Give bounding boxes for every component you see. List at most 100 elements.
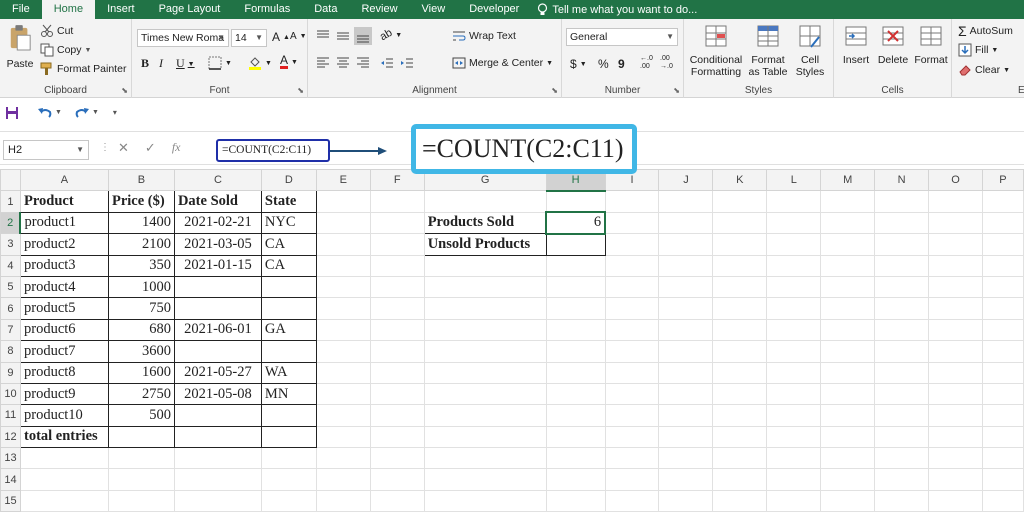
tab-home[interactable]: Home — [41, 0, 96, 19]
cell-k11[interactable] — [712, 404, 768, 427]
fill-color-button[interactable]: ▼ — [248, 56, 272, 70]
cell-p13[interactable] — [981, 447, 1024, 470]
cell-h14[interactable] — [545, 468, 606, 491]
underline-button[interactable]: U ▼ — [176, 56, 195, 71]
align-middle-icon[interactable] — [336, 29, 350, 43]
cell-n11[interactable] — [874, 404, 930, 427]
cell-n13[interactable] — [874, 447, 930, 470]
cell-i9[interactable] — [604, 361, 660, 384]
cell-c2[interactable]: 2021-02-21 — [173, 211, 262, 235]
cell-j12[interactable] — [658, 425, 714, 449]
cell-f12[interactable] — [369, 425, 425, 449]
cell-n8[interactable] — [874, 340, 930, 363]
cell-j11[interactable] — [658, 404, 714, 427]
cell-i3[interactable] — [604, 233, 660, 256]
cell-j5[interactable] — [658, 275, 714, 299]
cell-j1[interactable] — [658, 190, 714, 213]
dialog-launcher-icon[interactable]: ⬊ — [673, 86, 680, 95]
cell-b2[interactable]: 1400 — [107, 211, 175, 235]
cell-l1[interactable] — [766, 190, 822, 213]
cell-i6[interactable] — [604, 297, 660, 320]
cell-p10[interactable] — [981, 382, 1024, 406]
cell-i11[interactable] — [604, 404, 660, 427]
cell-k3[interactable] — [712, 233, 768, 256]
cell-c5[interactable] — [173, 275, 262, 299]
cell-o3[interactable] — [928, 233, 983, 256]
cell-b8[interactable]: 3600 — [107, 340, 175, 363]
tab-review[interactable]: Review — [349, 0, 409, 19]
align-left-icon[interactable] — [316, 56, 330, 70]
row-header[interactable]: 6 — [0, 297, 21, 320]
tab-page-layout[interactable]: Page Layout — [147, 0, 233, 19]
redo-button[interactable]: ▼ — [74, 106, 99, 120]
align-bottom-icon[interactable] — [354, 27, 372, 45]
insert-function-icon[interactable]: fx — [172, 140, 181, 156]
cell-a13[interactable] — [19, 447, 109, 470]
cell-h7[interactable] — [545, 318, 606, 342]
insert-cells-button[interactable]: Insert — [838, 23, 874, 66]
row-header[interactable]: 14 — [0, 468, 21, 491]
cell-a10[interactable]: product9 — [19, 382, 109, 406]
cell-f3[interactable] — [369, 233, 425, 256]
formula-input[interactable]: =COUNT(C2:C11) — [216, 139, 330, 162]
shrink-font-button[interactable]: A ▼ — [290, 31, 307, 42]
cell-p11[interactable] — [981, 404, 1024, 427]
merge-center-button[interactable]: Merge & Center ▼ — [452, 56, 553, 70]
cell-o12[interactable] — [928, 425, 983, 449]
column-header-l[interactable]: L — [766, 168, 822, 192]
clear-button[interactable]: Clear ▼ — [958, 63, 1010, 77]
cell-f7[interactable] — [369, 318, 425, 342]
cell-p3[interactable] — [981, 233, 1024, 256]
cell-l11[interactable] — [766, 404, 822, 427]
cell-a7[interactable]: product6 — [19, 318, 109, 342]
cell-i15[interactable] — [604, 489, 660, 512]
cell-e8[interactable] — [315, 340, 371, 363]
cell-l10[interactable] — [766, 382, 822, 406]
customize-toolbar-icon[interactable]: ▾ — [113, 108, 117, 117]
cell-k2[interactable] — [712, 211, 768, 235]
cell-k13[interactable] — [712, 447, 768, 470]
cell-p8[interactable] — [981, 340, 1024, 363]
cell-k6[interactable] — [712, 297, 768, 320]
cell-g7[interactable] — [423, 318, 547, 342]
cell-c4[interactable]: 2021-01-15 — [173, 254, 262, 277]
cell-i13[interactable] — [604, 447, 660, 470]
tab-view[interactable]: View — [410, 0, 458, 19]
cell-f4[interactable] — [369, 254, 425, 277]
cell-c3[interactable]: 2021-03-05 — [173, 233, 262, 256]
cell-i1[interactable] — [604, 190, 660, 213]
font-name-box[interactable]: Times New Roma ▼ — [137, 29, 229, 47]
cell-l3[interactable] — [766, 233, 822, 256]
cell-f10[interactable] — [369, 382, 425, 406]
currency-button[interactable]: $ ▼ — [570, 57, 587, 71]
cell-e13[interactable] — [315, 447, 371, 470]
cell-f6[interactable] — [369, 297, 425, 320]
cell-b6[interactable]: 750 — [107, 297, 175, 320]
cell-p12[interactable] — [981, 425, 1024, 449]
cell-h9[interactable] — [545, 361, 606, 384]
select-all-corner[interactable] — [0, 168, 21, 192]
cell-m15[interactable] — [820, 489, 876, 512]
cell-m6[interactable] — [820, 297, 876, 320]
cell-l4[interactable] — [766, 254, 822, 277]
cell-p7[interactable] — [981, 318, 1024, 342]
cell-j14[interactable] — [658, 468, 714, 491]
cell-e15[interactable] — [315, 489, 371, 512]
cell-k1[interactable] — [712, 190, 768, 213]
cell-f5[interactable] — [369, 275, 425, 299]
cell-m7[interactable] — [820, 318, 876, 342]
cell-e1[interactable] — [315, 190, 371, 213]
cell-i2[interactable] — [604, 211, 660, 235]
column-header-b[interactable]: B — [107, 168, 175, 192]
cell-a2[interactable]: product1 — [19, 211, 109, 235]
cell-e12[interactable] — [315, 425, 371, 449]
cell-g6[interactable] — [423, 297, 547, 320]
comma-button[interactable]: 9 — [618, 57, 625, 71]
undo-button[interactable]: ▼ — [37, 106, 62, 120]
cell-g5[interactable] — [423, 275, 547, 299]
cell-i5[interactable] — [604, 275, 660, 299]
cell-d5[interactable] — [260, 275, 317, 299]
fill-button[interactable]: Fill ▼ — [958, 43, 998, 57]
cell-d9[interactable]: WA — [260, 361, 317, 384]
cell-n14[interactable] — [874, 468, 930, 491]
